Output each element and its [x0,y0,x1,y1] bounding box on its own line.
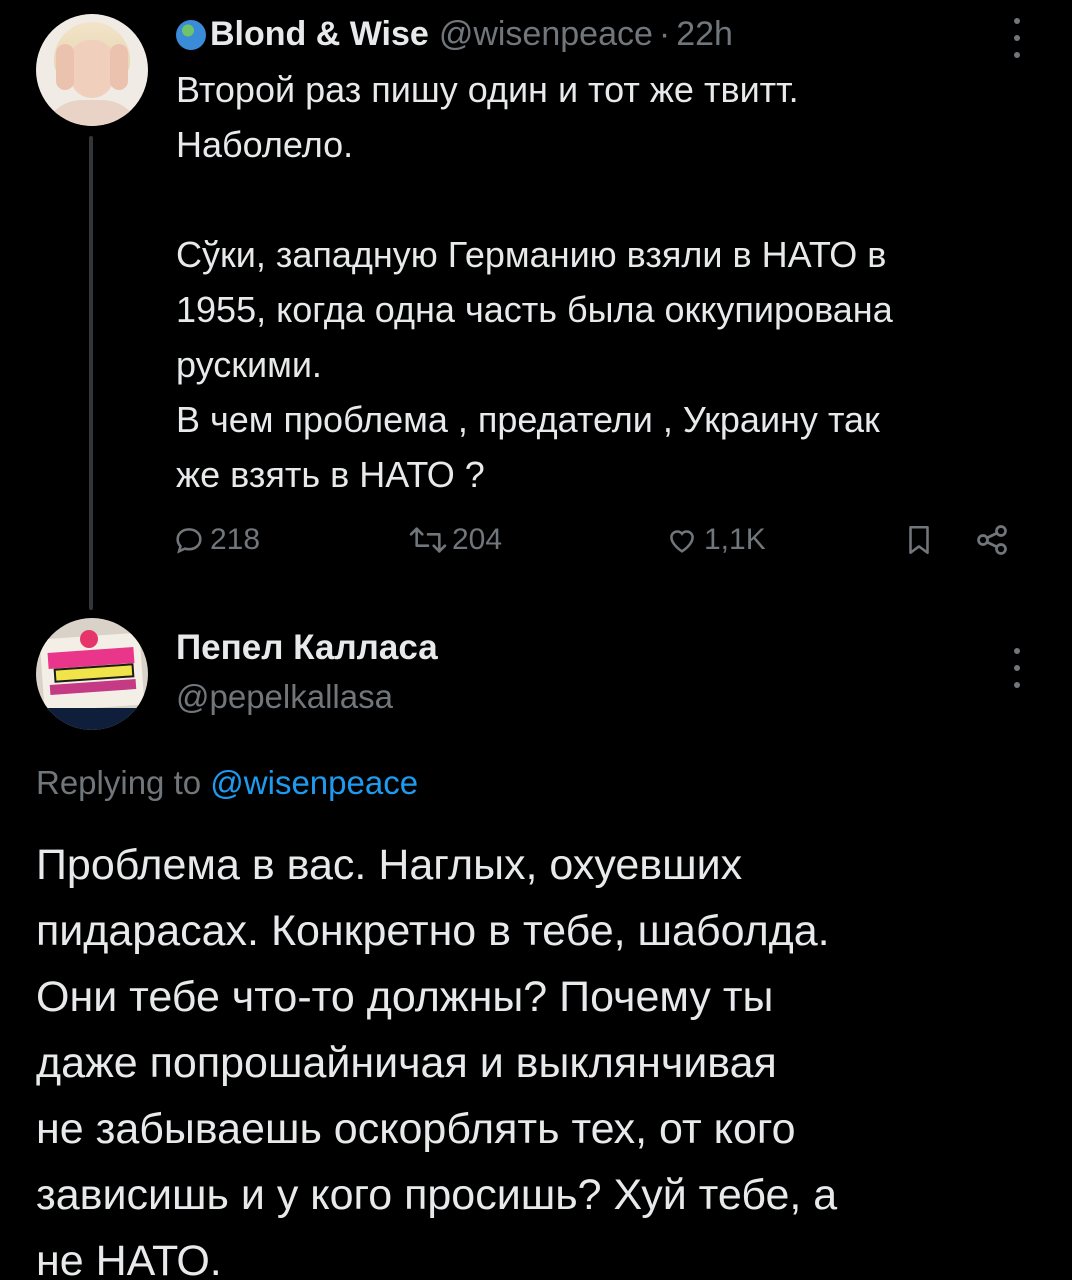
globe-icon [176,20,206,50]
thread-connector-line [89,136,93,610]
avatar-face [70,40,114,98]
avatar-base [36,708,148,730]
reply-icon [176,528,202,554]
replying-to-label: Replying to [36,764,202,801]
parent-author-handle[interactable]: @wisenpeace [439,15,653,54]
parent-tweet-header: Blond & Wise @wisenpeace · 22h [176,12,733,56]
share-icon [977,525,1007,555]
more-icon[interactable] [1012,18,1022,58]
parent-author-avatar[interactable] [36,14,148,126]
reply-author-handle[interactable]: @pepelkallasa [176,678,393,716]
avatar-hand-left [56,44,74,90]
parent-tweet-actions: 218 204 1,1K [172,516,1032,564]
retweet-count: 204 [452,523,503,556]
like-button[interactable]: 1,1K [664,516,766,564]
tweet-thread-page: Blond & Wise @wisenpeace · 22h Второй ра… [0,0,1072,1280]
parent-tweet-text: Второй раз пишу один и тот же твитт. Наб… [176,69,893,495]
bookmark-button[interactable] [902,516,936,564]
retweet-icon [409,527,447,553]
reply-author-avatar[interactable] [36,618,148,730]
retweet-button[interactable]: 204 [408,516,502,564]
header-separator: · [658,14,671,53]
bookmark-icon [909,525,929,555]
like-count: 1,1K [704,523,766,556]
parent-tweet-time[interactable]: 22h [676,15,733,54]
replying-to-mention[interactable]: @wisenpeace [210,764,418,801]
avatar-shoulders [42,100,142,126]
parent-author-name[interactable]: Blond & Wise [210,15,429,54]
avatar-hand-right [110,44,128,90]
replying-to-line: Replying to @wisenpeace [36,764,418,802]
avatar-heart-badge [80,630,98,648]
reply-button[interactable]: 218 [172,516,260,564]
parent-tweet[interactable]: Blond & Wise @wisenpeace · 22h Второй ра… [0,0,1072,610]
reply-author-name[interactable]: Пепел Калласа [176,628,438,668]
reply-count: 218 [210,523,261,556]
reply-tweet-text: Проблема в вас. Наглых, охуевших пидарас… [36,841,838,1280]
more-icon[interactable] [1012,648,1022,688]
like-icon [670,530,694,553]
share-button[interactable] [974,516,1010,564]
